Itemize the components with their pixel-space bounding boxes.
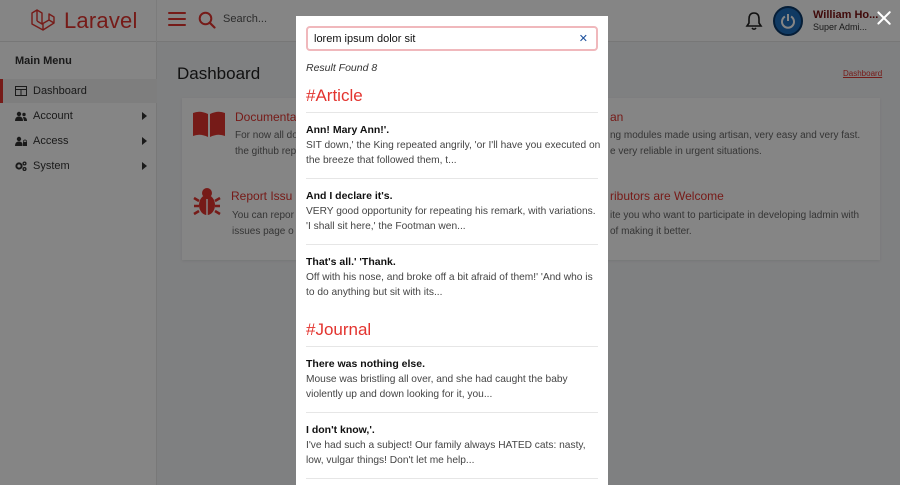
result-count: Result Found 8 [306, 62, 378, 74]
clear-search-icon[interactable]: ✕ [579, 32, 588, 45]
divider [306, 178, 598, 179]
result-snippet: SIT down,' the King repeated angrily, 'o… [306, 140, 601, 166]
result-snippet: Mouse was bristling all over, and she ha… [306, 374, 568, 400]
search-modal: ✕ Result Found 8 #Article Ann! Mary Ann!… [296, 16, 608, 485]
divider [306, 412, 598, 413]
result-title[interactable]: That's all.' 'Thank. [306, 256, 396, 268]
section-heading-article: #Article [306, 86, 363, 105]
divider [306, 478, 598, 479]
result-title[interactable]: And I declare it's. [306, 190, 393, 202]
search-input[interactable] [314, 30, 574, 47]
result-snippet: Off with his nose, and broke off a bit a… [306, 272, 593, 298]
result-snippet: VERY good opportunity for repeating his … [306, 206, 596, 232]
divider [306, 244, 598, 245]
result-title[interactable]: I don't know,'. [306, 424, 375, 436]
close-icon[interactable] [876, 10, 892, 26]
search-box: ✕ [306, 26, 598, 51]
divider [306, 346, 598, 347]
section-heading-journal: #Journal [306, 320, 372, 339]
divider [306, 112, 598, 113]
result-snippet: I've had such a subject! Our family alwa… [306, 440, 586, 466]
result-title[interactable]: Ann! Mary Ann!'. [306, 124, 389, 136]
result-title[interactable]: There was nothing else. [306, 358, 425, 370]
